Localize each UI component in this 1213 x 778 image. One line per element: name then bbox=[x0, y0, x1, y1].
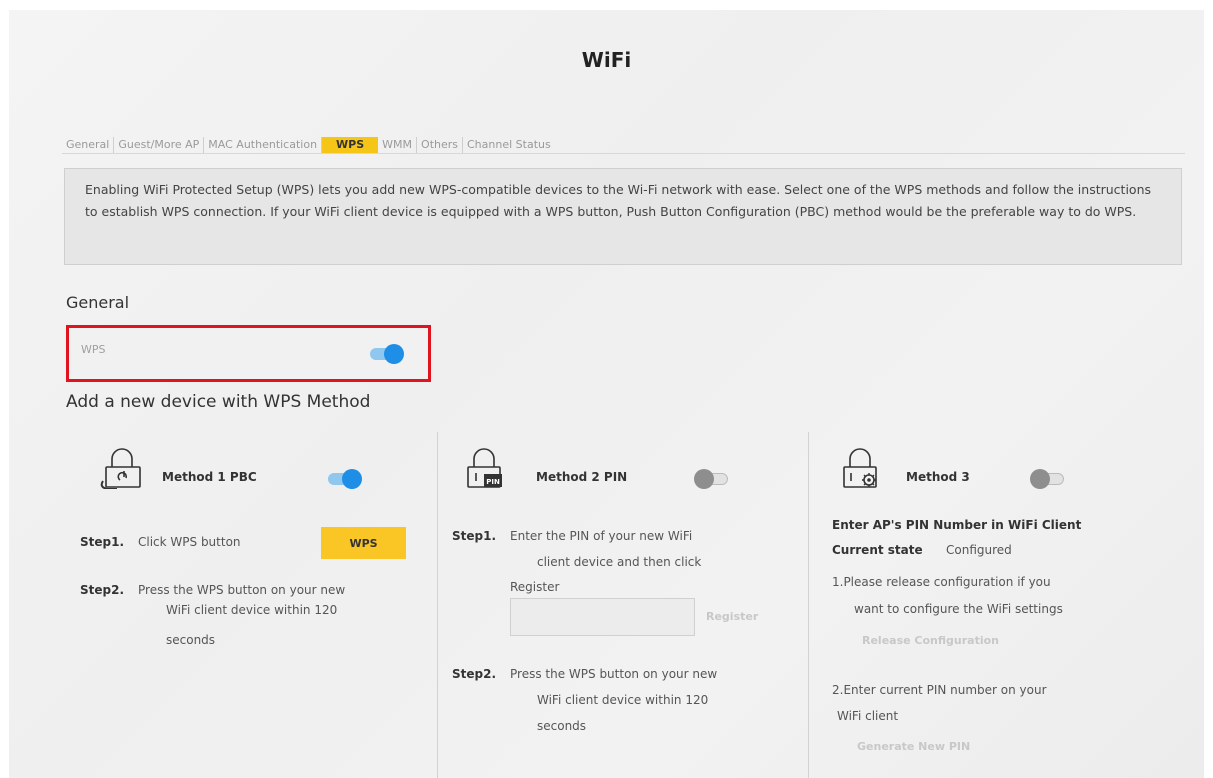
method3-item2-line: WiFi client bbox=[837, 709, 899, 723]
method1-step2-line: Press the WPS button on your new bbox=[138, 583, 346, 597]
release-configuration-button[interactable]: Release Configuration bbox=[862, 634, 999, 647]
method3-item1-line: want to configure the WiFi settings bbox=[854, 602, 1063, 616]
method1-step1-label: Step1. bbox=[80, 535, 125, 549]
method2-step1-line: Enter the PIN of your new WiFi bbox=[510, 529, 693, 543]
current-state-value: Configured bbox=[946, 543, 1012, 557]
tab-channel-status[interactable]: Channel Status bbox=[463, 137, 555, 153]
method2-step2-line: Press the WPS button on your new bbox=[510, 667, 718, 681]
tab-guest-more-ap[interactable]: Guest/More AP bbox=[114, 136, 205, 153]
method2-toggle[interactable] bbox=[694, 469, 732, 489]
method2-step1-label: Step1. bbox=[452, 529, 497, 543]
method1-title: Method 1 PBC bbox=[162, 470, 257, 484]
tab-bar: General Guest/More AP MAC Authentication… bbox=[62, 136, 1185, 154]
wps-toggle[interactable] bbox=[366, 344, 404, 364]
wps-label: WPS bbox=[81, 343, 106, 356]
method1-step1-text: Click WPS button bbox=[138, 535, 241, 549]
generate-new-pin-button[interactable]: Generate New PIN bbox=[857, 740, 970, 753]
lock-push-button-icon bbox=[100, 448, 141, 489]
method3-title: Method 3 bbox=[906, 470, 970, 484]
method1-step2-line: seconds bbox=[166, 633, 216, 647]
tab-wmm[interactable]: WMM bbox=[378, 136, 418, 153]
intro-description: Enabling WiFi Protected Setup (WPS) lets… bbox=[64, 168, 1182, 265]
method3-enter-pin-heading: Enter AP's PIN Number in WiFi Client bbox=[832, 518, 1082, 532]
method2-step1-line: Register bbox=[510, 580, 560, 594]
method2-title: Method 2 PIN bbox=[536, 470, 628, 484]
method2-step2-line: WiFi client device within 120 bbox=[537, 693, 709, 707]
lock-gear-icon bbox=[843, 448, 877, 488]
method1-step2-line: WiFi client device within 120 bbox=[166, 603, 338, 617]
page-title: WiFi bbox=[581, 48, 632, 72]
lock-pin-icon: PIN bbox=[467, 448, 502, 488]
method3-item1-line: 1.Please release configuration if you bbox=[832, 575, 1051, 589]
pin-badge: PIN bbox=[486, 478, 500, 486]
tab-others[interactable]: Others bbox=[417, 136, 463, 153]
current-state-label: Current state bbox=[832, 543, 923, 557]
column-divider bbox=[808, 432, 809, 778]
pin-input[interactable] bbox=[510, 598, 695, 636]
column-divider bbox=[437, 432, 438, 778]
method1-toggle[interactable] bbox=[324, 469, 362, 489]
tab-general[interactable]: General bbox=[62, 136, 115, 153]
wps-setting-row: WPS bbox=[66, 325, 431, 382]
method1-step2-label: Step2. bbox=[80, 583, 125, 597]
method3-toggle[interactable] bbox=[1030, 469, 1068, 489]
general-heading: General bbox=[66, 293, 130, 312]
tab-wps[interactable]: WPS bbox=[322, 136, 379, 153]
method2-step1-line: client device and then click bbox=[537, 555, 702, 569]
register-button[interactable]: Register bbox=[706, 610, 758, 623]
method2-step2-line: seconds bbox=[537, 719, 587, 733]
wps-push-button[interactable]: WPS bbox=[321, 527, 406, 559]
method2-step2-label: Step2. bbox=[452, 667, 497, 681]
add-device-heading: Add a new device with WPS Method bbox=[66, 392, 371, 412]
tab-mac-authentication[interactable]: MAC Authentication bbox=[204, 136, 323, 153]
method3-item2-line: 2.Enter current PIN number on your bbox=[832, 683, 1047, 697]
